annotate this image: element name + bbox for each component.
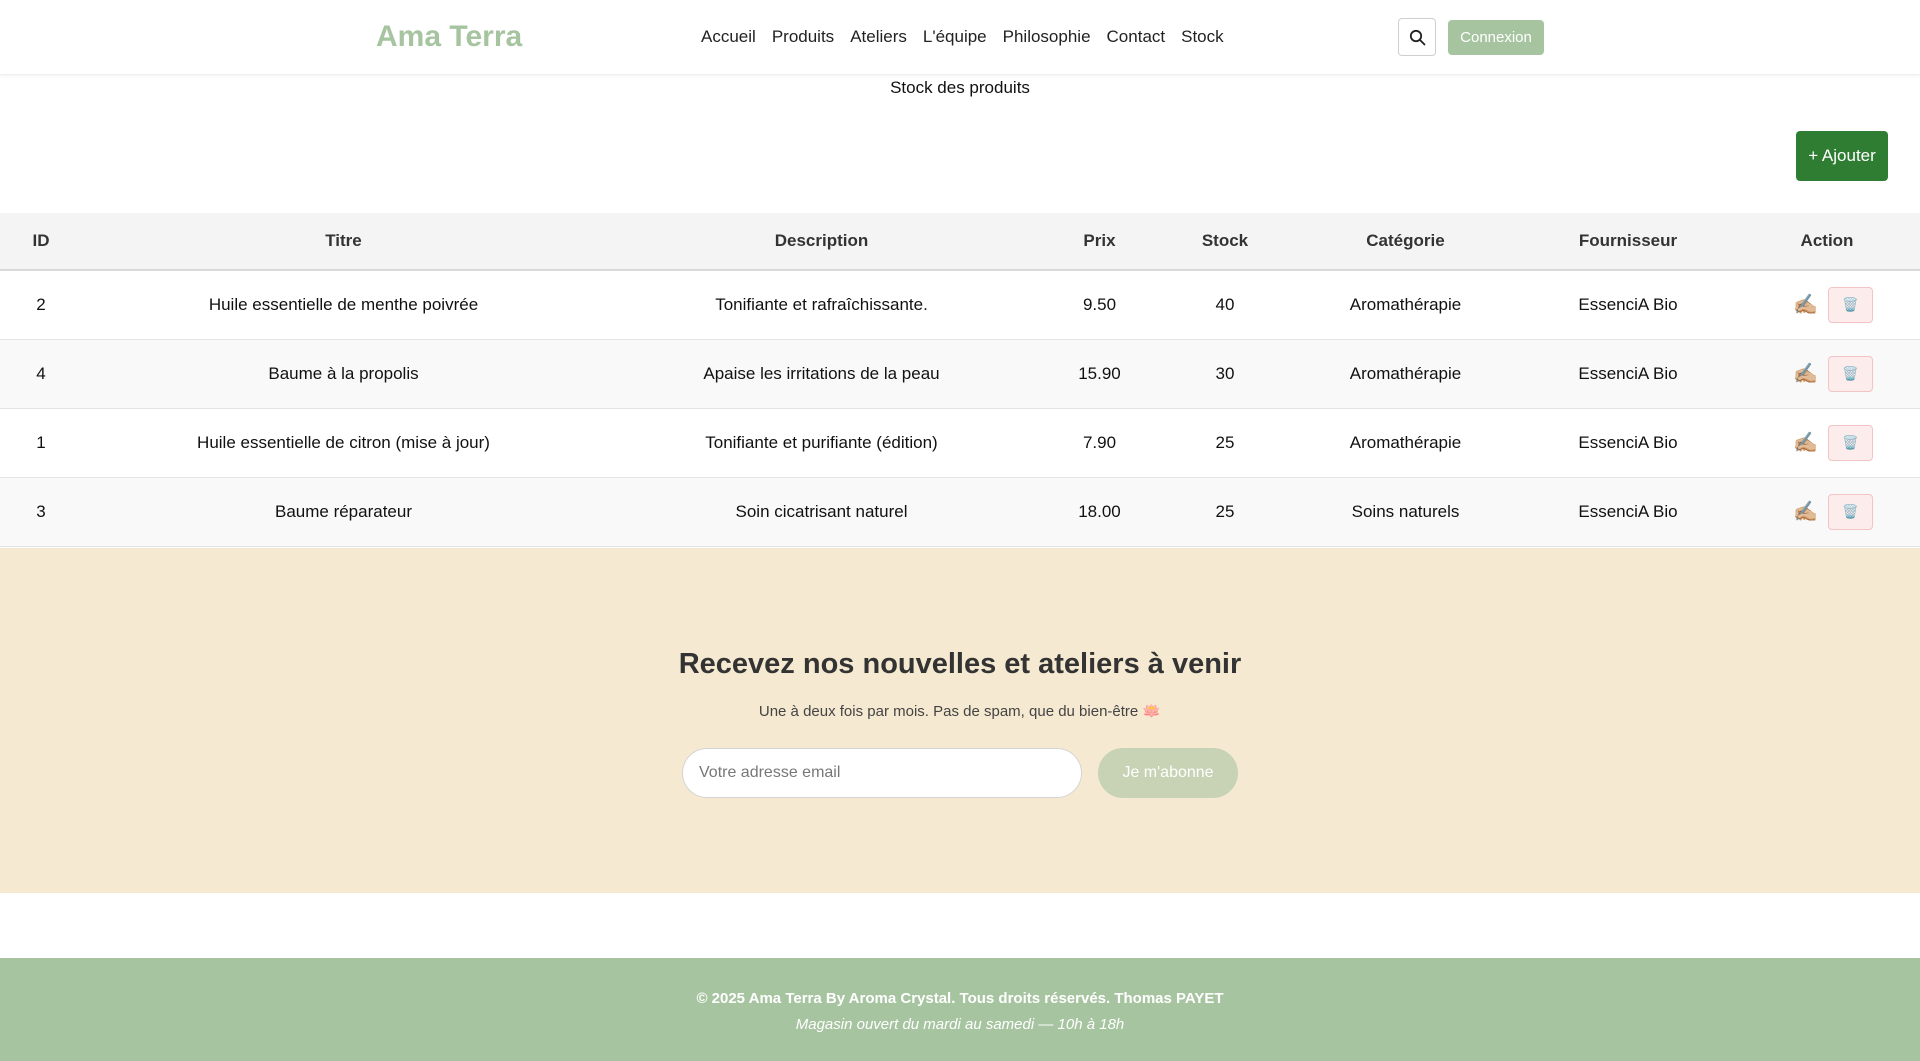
- footer-copyright: © 2025 Ama Terra By Aroma Crystal. Tous …: [696, 990, 1224, 1007]
- page-title: Stock des produits: [890, 78, 1030, 97]
- cell-supplier: EssenciA Bio: [1522, 339, 1734, 409]
- cell-supplier: EssenciA Bio: [1522, 270, 1734, 340]
- delete-button[interactable]: 🗑️: [1827, 424, 1873, 461]
- cell-id: 1: [0, 408, 82, 478]
- nav-link-philosophie[interactable]: Philosophie: [1003, 27, 1091, 47]
- trash-icon: 🗑️: [1842, 503, 1859, 519]
- cell-stock: 25: [1161, 408, 1289, 478]
- cell-action: ✍🏼 🗑️: [1734, 477, 1920, 547]
- cell-price: 7.90: [1038, 408, 1161, 478]
- column-header-action: Action: [1734, 213, 1920, 271]
- nav-link-produits[interactable]: Produits: [772, 27, 834, 47]
- newsletter-title: Recevez nos nouvelles et ateliers à veni…: [678, 648, 1242, 680]
- cell-description: Soin cicatrisant naturel: [605, 477, 1038, 547]
- column-header-description: Description: [605, 213, 1038, 271]
- newsletter-section: Recevez nos nouvelles et ateliers à veni…: [0, 548, 1920, 893]
- cell-description: Apaise les irritations de la peau: [605, 339, 1038, 409]
- search-icon: [1409, 29, 1425, 45]
- cell-category: Aromathérapie: [1289, 339, 1522, 409]
- trash-icon: 🗑️: [1842, 434, 1859, 450]
- edit-icon[interactable]: ✍🏼: [1793, 364, 1818, 384]
- column-header-category: Catégorie: [1289, 213, 1522, 271]
- table-row: 3 Baume réparateur Soin cicatrisant natu…: [0, 477, 1920, 547]
- cell-title: Huile essentielle de menthe poivrée: [82, 270, 605, 340]
- table-header-row: ID Titre Description Prix Stock Catégori…: [0, 213, 1920, 271]
- cell-description: Tonifiante et rafraîchissante.: [605, 270, 1038, 340]
- edit-icon[interactable]: ✍🏼: [1793, 502, 1818, 522]
- stock-table: ID Titre Description Prix Stock Catégori…: [0, 213, 1920, 547]
- trash-icon: 🗑️: [1842, 365, 1859, 381]
- email-input[interactable]: [682, 748, 1082, 798]
- cell-category: Aromathérapie: [1289, 270, 1522, 340]
- site-logo[interactable]: Ama Terra: [376, 20, 522, 54]
- cell-stock: 25: [1161, 477, 1289, 547]
- cell-id: 3: [0, 477, 82, 547]
- add-product-button[interactable]: + Ajouter: [1796, 131, 1888, 181]
- nav-link-ateliers[interactable]: Ateliers: [850, 27, 907, 47]
- cell-title: Baume réparateur: [82, 477, 605, 547]
- site-footer: © 2025 Ama Terra By Aroma Crystal. Tous …: [0, 958, 1920, 1061]
- footer-hours: Magasin ouvert du mardi au samedi — 10h …: [795, 1016, 1125, 1033]
- newsletter-subtitle: Une à deux fois par mois. Pas de spam, q…: [758, 703, 1162, 720]
- trash-icon: 🗑️: [1842, 296, 1859, 312]
- column-header-id: ID: [0, 213, 82, 271]
- delete-button[interactable]: 🗑️: [1827, 355, 1873, 392]
- cell-action: ✍🏼 🗑️: [1734, 270, 1920, 340]
- cell-title: Baume à la propolis: [82, 339, 605, 409]
- delete-button[interactable]: 🗑️: [1827, 493, 1873, 530]
- table-row: 1 Huile essentielle de citron (mise à jo…: [0, 408, 1920, 478]
- cell-id: 2: [0, 270, 82, 340]
- cell-stock: 30: [1161, 339, 1289, 409]
- column-header-price: Prix: [1038, 213, 1161, 271]
- search-button[interactable]: [1398, 18, 1436, 56]
- nav-link-equipe[interactable]: L'équipe: [923, 27, 987, 47]
- cell-title: Huile essentielle de citron (mise à jour…: [82, 408, 605, 478]
- cell-price: 18.00: [1038, 477, 1161, 547]
- edit-icon[interactable]: ✍🏼: [1793, 295, 1818, 315]
- column-header-stock: Stock: [1161, 213, 1289, 271]
- table-row: 2 Huile essentielle de menthe poivrée To…: [0, 270, 1920, 340]
- nav-link-contact[interactable]: Contact: [1107, 27, 1166, 47]
- table-row: 4 Baume à la propolis Apaise les irritat…: [0, 339, 1920, 409]
- column-header-title: Titre: [82, 213, 605, 271]
- login-button[interactable]: Connexion: [1448, 20, 1544, 55]
- nav-link-stock[interactable]: Stock: [1181, 27, 1224, 47]
- column-header-supplier: Fournisseur: [1522, 213, 1734, 271]
- cell-description: Tonifiante et purifiante (édition): [605, 408, 1038, 478]
- delete-button[interactable]: 🗑️: [1827, 286, 1873, 323]
- subscribe-button[interactable]: Je m'abonne: [1098, 748, 1238, 798]
- cell-supplier: EssenciA Bio: [1522, 477, 1734, 547]
- nav-link-accueil[interactable]: Accueil: [701, 27, 756, 47]
- edit-icon[interactable]: ✍🏼: [1793, 433, 1818, 453]
- site-header: Ama Terra Accueil Produits Ateliers L'éq…: [0, 0, 1920, 75]
- cell-price: 9.50: [1038, 270, 1161, 340]
- cell-id: 4: [0, 339, 82, 409]
- cell-category: Aromathérapie: [1289, 408, 1522, 478]
- cell-category: Soins naturels: [1289, 477, 1522, 547]
- cell-price: 15.90: [1038, 339, 1161, 409]
- cell-action: ✍🏼 🗑️: [1734, 339, 1920, 409]
- cell-stock: 40: [1161, 270, 1289, 340]
- cell-supplier: EssenciA Bio: [1522, 408, 1734, 478]
- cell-action: ✍🏼 🗑️: [1734, 408, 1920, 478]
- main-nav: Accueil Produits Ateliers L'équipe Philo…: [701, 27, 1224, 47]
